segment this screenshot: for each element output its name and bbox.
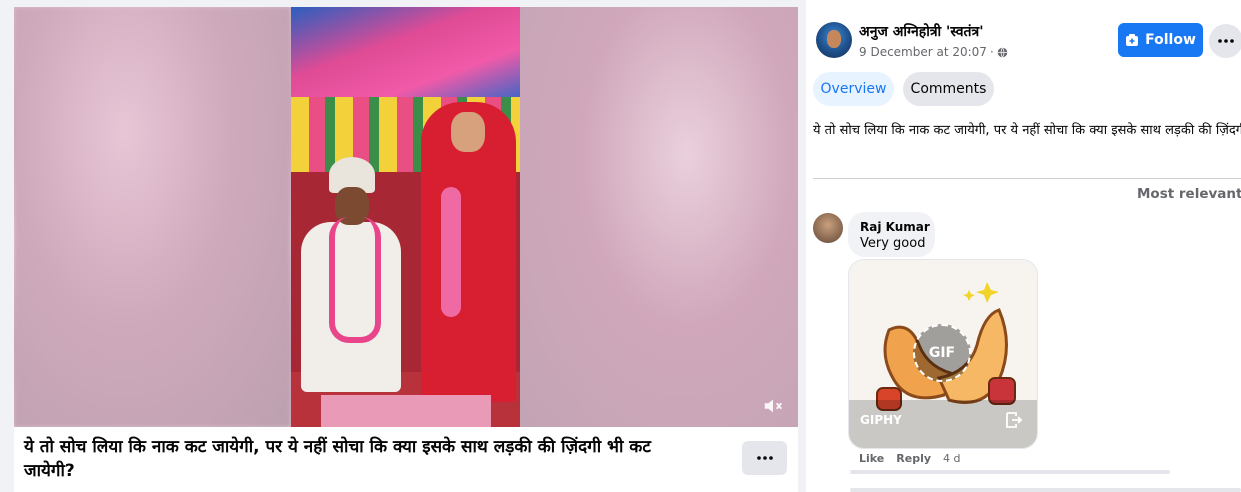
sort-dropdown[interactable]: Most relevant [1137,186,1241,202]
divider [813,178,1241,179]
video-groom-garland [329,217,381,343]
video-frame[interactable] [291,7,520,427]
speaker-muted-icon[interactable] [762,395,784,417]
video-bride-garland [441,187,461,317]
post-date[interactable]: 9 December at 20:07 [859,45,987,59]
video-caption: ये तो सोच लिया कि नाक कट जायेगी, पर ये न… [24,437,651,481]
ellipsis-icon [1218,39,1234,43]
video-blur-backdrop-right [520,7,798,427]
author-avatar[interactable] [816,22,852,58]
video-blur-backdrop-left [14,7,291,427]
video-bride-face [451,112,485,152]
comment-text: Very good [860,236,926,251]
next-comment-placeholder [850,470,1170,474]
post-options-button[interactable] [1209,24,1241,58]
comment-actions: Like Reply 4 d [859,452,961,465]
post-text: ये तो सोच लिया कि नाक कट जायेगी, पर ये न… [813,123,1241,138]
comment-gif[interactable]: GIF GIPHY [848,259,1038,449]
post-side-panel: अनुज अग्निहोत्री 'स्वतंत्र' 9 December a… [806,0,1241,492]
follow-button[interactable]: Follow [1118,23,1203,57]
tab-comments[interactable]: Comments [903,72,994,106]
follow-label: Follow [1145,32,1196,48]
ellipsis-icon [756,456,773,460]
reply-comment-button[interactable]: Reply [896,452,931,465]
video-table [321,395,491,427]
follow-icon [1126,34,1139,46]
tab-overview[interactable]: Overview [813,72,894,106]
gif-badge-label: GIF [928,345,956,361]
gif-play-badge[interactable]: GIF [913,324,971,382]
external-link-icon[interactable] [1003,410,1023,430]
author-avatar-face [827,30,841,48]
video-player[interactable] [14,7,798,427]
comment-input-placeholder [850,488,1241,492]
sort-label: Most relevant [1137,186,1241,202]
comment-bubble: Raj Kumar Very good [848,212,935,257]
author-name[interactable]: अनुज अग्निहोत्री 'स्वतंत्र' [859,22,984,41]
post-meta: 9 December at 20:07 · [859,45,1008,59]
giphy-attribution[interactable]: GIPHY [860,413,902,427]
like-comment-button[interactable]: Like [859,452,884,465]
comment-author[interactable]: Raj Kumar [860,220,930,234]
video-caption-bar: ये तो सोच लिया कि नाक कट जायेगी, पर ये न… [14,427,798,492]
video-canopy [291,7,520,102]
meta-separator: · [989,45,994,59]
comment-timestamp[interactable]: 4 d [943,452,960,465]
commenter-avatar[interactable] [813,213,843,243]
globe-icon [997,47,1008,57]
caption-more-button[interactable] [742,441,787,475]
